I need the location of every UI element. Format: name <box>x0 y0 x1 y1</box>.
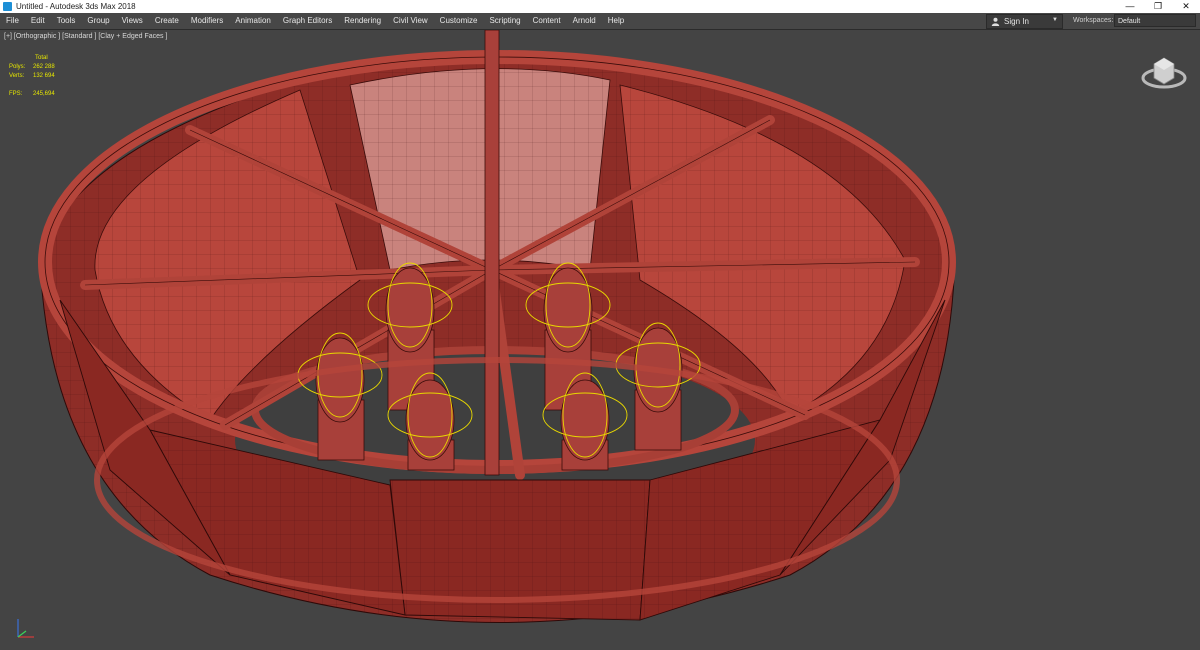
clay-bowl-model <box>38 30 956 623</box>
person-icon <box>991 17 1000 26</box>
title-bar: Untitled - Autodesk 3ds Max 2018 — ❐ ✕ <box>0 0 1200 13</box>
menu-group[interactable]: Group <box>81 13 115 29</box>
menu-modifiers[interactable]: Modifiers <box>185 13 229 29</box>
window-title: Untitled - Autodesk 3ds Max 2018 <box>16 2 136 11</box>
viewport-orthographic[interactable]: [+] [Orthographic ] [Standard ] [Clay + … <box>0 30 1200 650</box>
viewcube-icon[interactable] <box>1140 52 1188 92</box>
restore-button[interactable]: ❐ <box>1144 0 1172 13</box>
menu-arnold[interactable]: Arnold <box>567 13 602 29</box>
menu-scripting[interactable]: Scripting <box>483 13 526 29</box>
menu-file[interactable]: File <box>0 13 25 29</box>
verts-value: 132 694 <box>33 73 55 79</box>
minimize-button[interactable]: — <box>1116 0 1144 13</box>
window-controls: — ❐ ✕ <box>1116 0 1200 13</box>
center-pole <box>484 30 500 476</box>
chevron-down-icon: ▼ <box>1052 17 1058 23</box>
sign-in-label: Sign In <box>1004 17 1029 26</box>
stats-header: Total <box>35 55 48 61</box>
menu-create[interactable]: Create <box>149 13 185 29</box>
verts-label: Verts: <box>9 73 25 79</box>
menu-views[interactable]: Views <box>116 13 149 29</box>
fps-value: 245,694 <box>33 91 55 97</box>
fps-label: FPS: <box>9 91 23 97</box>
menu-customize[interactable]: Customize <box>434 13 484 29</box>
menu-tools[interactable]: Tools <box>51 13 82 29</box>
close-button[interactable]: ✕ <box>1172 0 1200 13</box>
menu-civil-view[interactable]: Civil View <box>387 13 434 29</box>
menu-rendering[interactable]: Rendering <box>338 13 387 29</box>
polys-label: Polys: <box>9 64 26 70</box>
sign-in-dropdown[interactable]: Sign In ▼ <box>986 14 1063 29</box>
menu-edit[interactable]: Edit <box>25 13 51 29</box>
axis-tripod-icon <box>17 619 34 638</box>
polys-value: 262 288 <box>33 64 55 70</box>
menu-content[interactable]: Content <box>527 13 567 29</box>
viewport-statistics: Total Polys: 262 288 Verts: 132 694 FPS: 24… <box>9 54 55 99</box>
workspaces-label: Workspaces: <box>1073 17 1114 24</box>
app-icon <box>3 2 12 11</box>
viewport-label[interactable]: [+] [Orthographic ] [Standard ] [Clay + … <box>4 33 167 40</box>
menu-graph-editors[interactable]: Graph Editors <box>277 13 338 29</box>
workspaces-select[interactable]: Default <box>1114 14 1196 27</box>
menu-animation[interactable]: Animation <box>229 13 277 29</box>
menu-help[interactable]: Help <box>602 13 630 29</box>
